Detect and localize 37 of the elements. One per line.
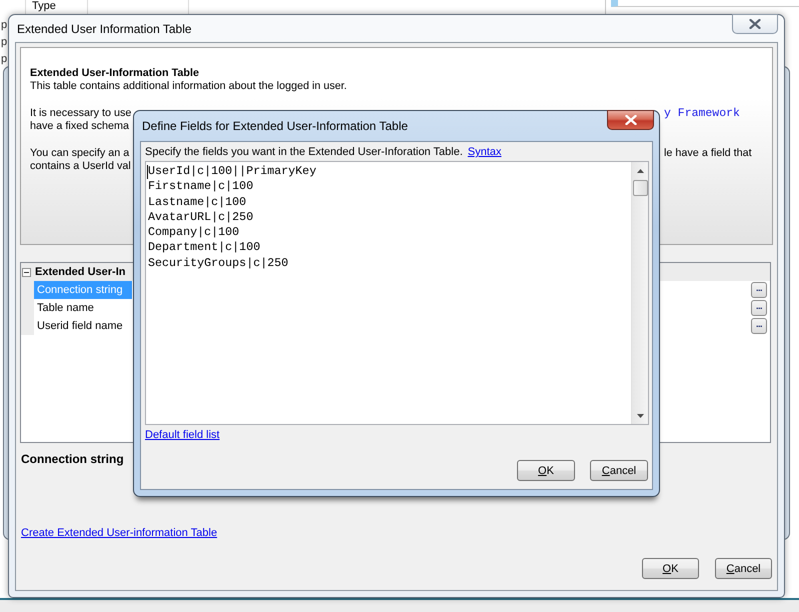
property-description-title: Connection string <box>21 452 124 466</box>
list-item-text: p <box>1 53 8 66</box>
collapse-icon[interactable] <box>22 268 31 276</box>
paragraph-text: It is necessary to use <box>30 106 132 120</box>
list-item-text: p <box>1 19 8 32</box>
close-icon <box>624 115 636 125</box>
ok-button[interactable]: OK <box>642 558 699 579</box>
scroll-down-arrow-icon[interactable] <box>637 414 644 418</box>
info-heading: Extended User-Information Table <box>30 67 199 79</box>
ellipsis-button[interactable]: ... <box>751 282 767 298</box>
close-button[interactable] <box>732 14 778 34</box>
fields-text-area[interactable]: UserId|c|100||PrimaryKey Firstname|c|100 Lastname|c|100 AvatarURL|c|250 Company|c|100 Department|c|100 SecurityGroups|c|250 <box>145 161 649 425</box>
create-table-link[interactable]: Create Extended User-information Table <box>21 527 218 539</box>
ok-button[interactable]: OK <box>517 460 575 481</box>
scroll-up-arrow-icon[interactable] <box>636 169 644 173</box>
window-title: Extended User Information Table <box>17 22 192 36</box>
paragraph-text: have a fixed schema <box>30 120 130 134</box>
paragraph-text: contains a UserId val <box>30 160 131 174</box>
scrollbar-thumb[interactable] <box>632 180 648 196</box>
ellipsis-button[interactable]: ... <box>751 318 767 334</box>
list-item-text: p <box>1 36 8 49</box>
dialog-title: Define Fields for Extended User-Information Table <box>142 119 408 133</box>
category-label: Extended User-In <box>35 266 126 278</box>
paragraph-text: You can specify an a <box>30 146 130 160</box>
cancel-button[interactable]: Cancel <box>715 558 772 579</box>
cancel-button[interactable]: Cancel <box>590 460 648 481</box>
instruction-text: Specify the fields you want in the Extended User-Inforation Table. <box>145 146 463 159</box>
info-description: This table contains additional information about the logged in user. <box>30 80 347 92</box>
vertical-scrollbar[interactable] <box>631 162 648 424</box>
close-icon <box>749 19 761 29</box>
close-button[interactable] <box>607 110 654 130</box>
paragraph-text: le have a field that <box>664 146 752 160</box>
ellipsis-button[interactable]: ... <box>751 300 767 316</box>
code-text: y Framework <box>664 106 740 120</box>
column-header[interactable]: Type <box>32 1 56 11</box>
syntax-link[interactable]: Syntax <box>468 146 502 159</box>
default-field-list-link[interactable]: Default field list <box>145 429 220 441</box>
